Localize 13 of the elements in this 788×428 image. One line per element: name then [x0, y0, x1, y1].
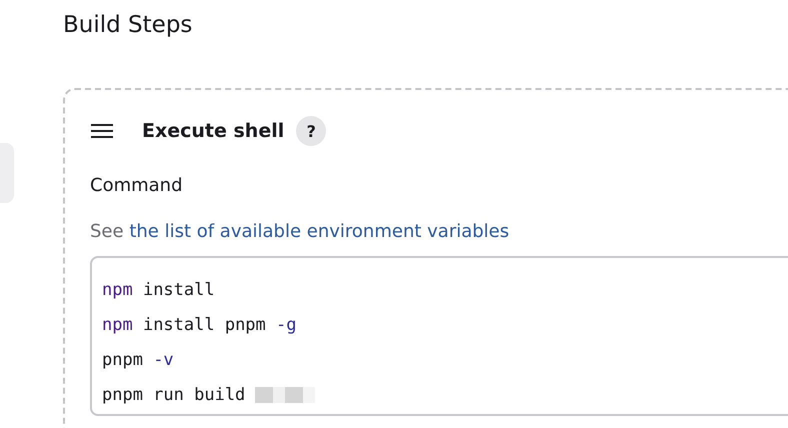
field-label: Command [90, 174, 184, 198]
section-title: Build Steps [63, 11, 194, 40]
code-line: npm install [102, 278, 216, 302]
code-line: pnpm run build [102, 377, 788, 412]
hint-text: See the list of available environment variables [90, 220, 510, 244]
step-title: Execute shell [142, 120, 284, 142]
menu-icon[interactable] [90, 123, 114, 139]
environment-variables-link[interactable]: the list of available environment variables [129, 221, 510, 242]
redaction-mark [255, 386, 316, 402]
code-line: npm install pnpm -g [102, 314, 298, 336]
code-line: pnpm -v [102, 348, 175, 372]
help-button[interactable]: ? [296, 116, 326, 146]
command-field[interactable]: npm install npm install pnpm -g pnpm -v pnpm run build [90, 256, 788, 416]
